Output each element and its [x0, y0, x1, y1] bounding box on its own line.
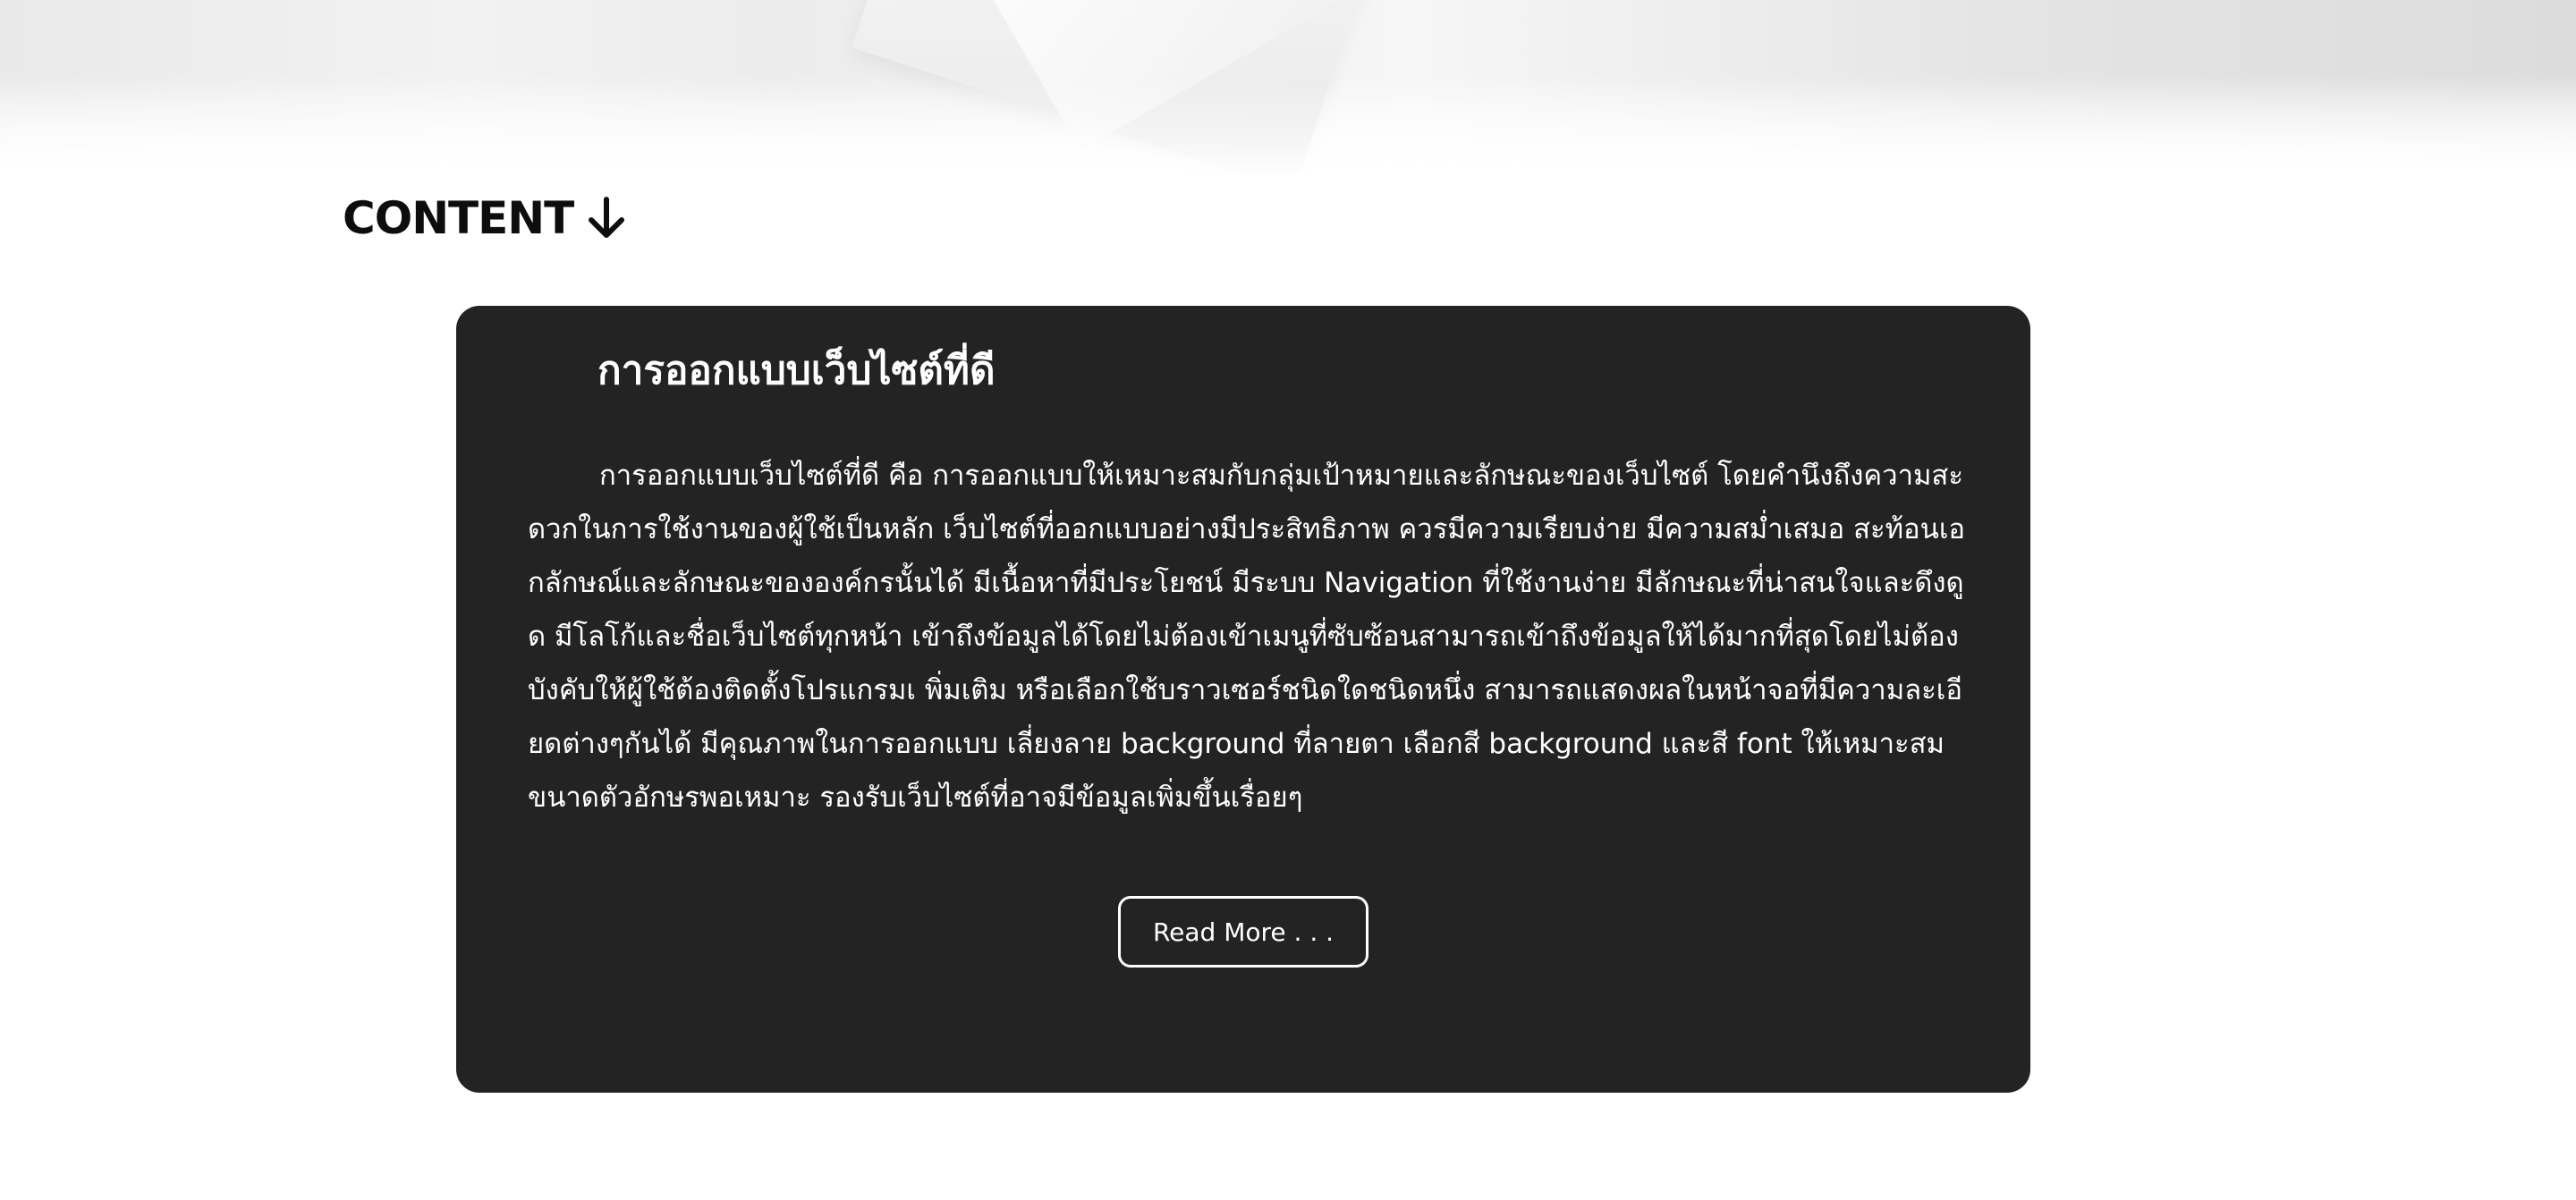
- card-body-text: การออกแบบเว็บไซต์ที่ดี คือ การออกแบบให้เ…: [528, 460, 1966, 814]
- read-more-button[interactable]: Read More . . .: [1118, 896, 1368, 968]
- card-title: การออกแบบเว็บไซต์ที่ดี: [597, 348, 996, 393]
- section-heading-text: CONTENT: [343, 192, 574, 244]
- hero-banner-image: [0, 0, 2576, 179]
- section-heading: CONTENT: [343, 188, 627, 249]
- content-card: การออกแบบเว็บไซต์ที่ดี การออกแบบเว็บไซต์…: [456, 306, 2030, 1093]
- arrow-down-icon: [589, 197, 625, 238]
- hero-fade-overlay: [0, 80, 2576, 179]
